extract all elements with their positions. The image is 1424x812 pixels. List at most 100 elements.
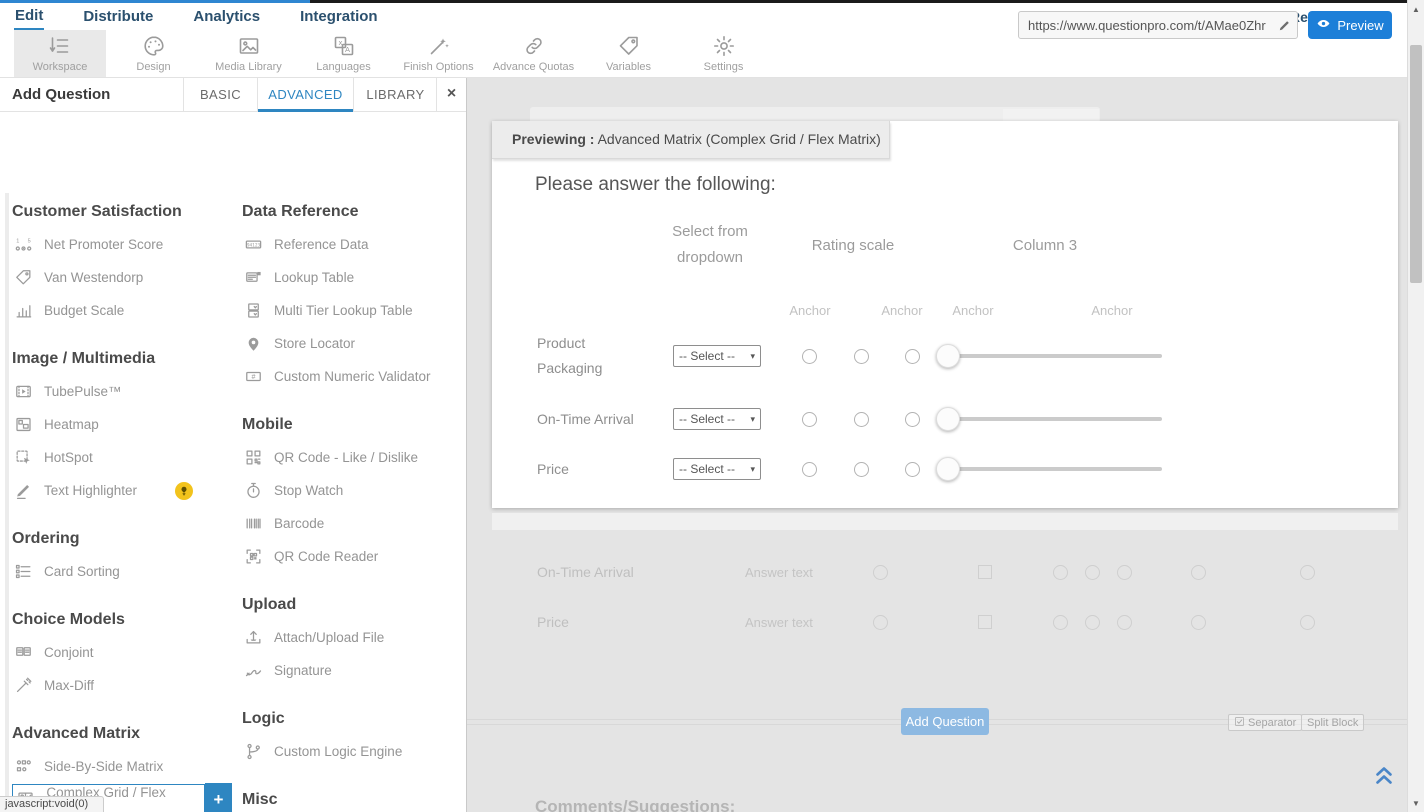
question-type-label: Van Westendorp [44, 270, 143, 285]
matrix-radio[interactable] [802, 412, 817, 427]
toolbar-item-variables[interactable]: Variables [581, 30, 676, 77]
matrix-row-label: Product Packaging [537, 331, 637, 381]
toolbar-item-media-library[interactable]: Media Library [201, 30, 296, 77]
question-type-custom-logic-engine[interactable]: Custom Logic Engine [242, 735, 466, 768]
background-radio [1117, 565, 1132, 580]
nav-tab-analytics[interactable]: Analytics [192, 5, 261, 29]
question-type-qr-code-reader[interactable]: QR Code Reader [242, 540, 466, 573]
slider-track[interactable] [938, 417, 1162, 421]
workspace-icon [48, 34, 72, 58]
question-type-text-highlighter[interactable]: Text Highlighter [12, 474, 232, 507]
toolbar-item-settings[interactable]: Settings [676, 30, 771, 77]
nav-tab-integration[interactable]: Integration [299, 5, 379, 29]
matrix-dropdown[interactable]: -- Select --▾ [673, 345, 761, 367]
group-title: Misc [242, 783, 466, 812]
toolbar-item-label: Settings [704, 61, 744, 73]
background-checkbox [978, 615, 992, 629]
question-type-signature[interactable]: Signature [242, 654, 466, 687]
close-icon[interactable]: × [436, 78, 466, 112]
svg-text:x: x [338, 38, 342, 47]
slider-handle[interactable] [936, 344, 960, 368]
slider-handle[interactable] [936, 457, 960, 481]
toolbar-item-workspace[interactable]: Workspace [14, 30, 106, 77]
survey-url-box[interactable]: https://www.questionpro.com/t/AMae0Zhr [1018, 11, 1298, 39]
slider-track[interactable] [938, 354, 1162, 358]
matrix-radio[interactable] [854, 412, 869, 427]
matrix-dropdown[interactable]: -- Select --▾ [673, 458, 761, 480]
question-type-card-sorting[interactable]: Card Sorting [12, 555, 232, 588]
question-type-budget-scale[interactable]: Budget Scale [12, 294, 232, 327]
previewing-question-type: Advanced Matrix (Complex Grid / Flex Mat… [598, 131, 881, 147]
preview-button[interactable]: Preview [1308, 11, 1392, 39]
survey-url-value: https://www.questionpro.com/t/AMae0Zhr [1019, 18, 1271, 33]
question-type-multi-tier-lookup-table[interactable]: Multi Tier Lookup Table [242, 294, 466, 327]
edit-url-pencil-icon[interactable] [1271, 12, 1297, 38]
add-selected-question-button[interactable]: + [205, 783, 232, 812]
tab-basic[interactable]: BASIC [183, 78, 257, 112]
separator-label: Separator [1248, 717, 1296, 729]
matrix-column-header: Column 3 [990, 233, 1100, 259]
question-type-net-promoter-score[interactable]: 15Net Promoter Score [12, 228, 232, 261]
scrollbar-down-arrow[interactable]: ▼ [1408, 799, 1424, 808]
toolbar-item-design[interactable]: Design [106, 30, 201, 77]
background-card-strip [492, 513, 1398, 530]
matrix-dropdown[interactable]: -- Select --▾ [673, 408, 761, 430]
question-type-conjoint[interactable]: Conjoint [12, 636, 232, 669]
logic-engine-icon [242, 742, 264, 761]
question-type-side-by-side-matrix[interactable]: Side-By-Side Matrix [12, 750, 232, 783]
nav-tab-edit[interactable]: Edit [14, 4, 44, 30]
reference-data-icon: 94123 [242, 235, 264, 254]
panel-scrollbar[interactable] [5, 193, 9, 812]
question-type-qr-code-like-dislike[interactable]: QR Code - Like / Dislike [242, 441, 466, 474]
scroll-to-top-icon[interactable] [1372, 763, 1396, 792]
dropdown-selected-value: -- Select -- [679, 412, 735, 426]
matrix-radio[interactable] [854, 462, 869, 477]
question-type-heatmap[interactable]: Heatmap [12, 408, 232, 441]
tab-advanced[interactable]: ADVANCED [257, 78, 353, 112]
matrix-radio[interactable] [802, 349, 817, 364]
question-type-reference-data[interactable]: 94123Reference Data [242, 228, 466, 261]
question-group: Customer Satisfaction15Net Promoter Scor… [12, 195, 232, 327]
toolbar-item-finish-options[interactable]: Finish Options [391, 30, 486, 77]
split-block-button[interactable]: Split Block [1301, 714, 1364, 731]
slider-track[interactable] [938, 467, 1162, 471]
background-question-top-light [1003, 109, 1099, 121]
svg-text:94123: 94123 [246, 242, 260, 248]
scrollbar-up-arrow[interactable]: ▲ [1408, 5, 1424, 14]
add-question-button[interactable]: Add Question [901, 708, 989, 735]
maxdiff-icon [12, 676, 34, 695]
group-title: Data Reference [242, 195, 466, 228]
slider-handle[interactable] [936, 407, 960, 431]
toolbar-item-label: Workspace [33, 61, 88, 73]
nav-tab-distribute[interactable]: Distribute [82, 5, 154, 29]
matrix-radio[interactable] [905, 349, 920, 364]
separator-toggle-button[interactable]: Separator [1228, 714, 1302, 731]
svg-text:1: 1 [16, 239, 19, 245]
matrix-radio[interactable] [802, 462, 817, 477]
question-type-hotspot[interactable]: HotSpot [12, 441, 232, 474]
question-type-van-westendorp[interactable]: Van Westendorp [12, 261, 232, 294]
question-type-attach-upload-file[interactable]: Attach/Upload File [242, 621, 466, 654]
qr-code-icon [244, 448, 263, 467]
toolbar-item-label: Advance Quotas [493, 61, 574, 73]
highlighter-icon [12, 481, 34, 500]
question-type-lookup-table[interactable]: Lookup Table [242, 261, 466, 294]
toolbar-item-advance-quotas[interactable]: Advance Quotas [486, 30, 581, 77]
question-type-max-diff[interactable]: Max-Diff [12, 669, 232, 702]
tab-library[interactable]: LIBRARY [353, 78, 437, 112]
background-radio [1191, 615, 1206, 630]
question-type-store-locator[interactable]: Store Locator [242, 327, 466, 360]
page-scrollbar[interactable]: ▲ ▼ [1407, 0, 1424, 812]
matrix-radio[interactable] [905, 462, 920, 477]
scrollbar-thumb[interactable] [1410, 45, 1422, 283]
matrix-radio[interactable] [905, 412, 920, 427]
matrix-radio[interactable] [854, 349, 869, 364]
question-type-stop-watch[interactable]: Stop Watch [242, 474, 466, 507]
signature-icon [244, 661, 263, 680]
toolbar-item-languages[interactable]: xALanguages [296, 30, 391, 77]
background-radio [1300, 615, 1315, 630]
sbs-matrix-icon [12, 757, 34, 776]
question-type-custom-numeric-validator[interactable]: #Custom Numeric Validator [242, 360, 466, 393]
question-type-tubepulse[interactable]: TubePulse™ [12, 375, 232, 408]
question-type-barcode[interactable]: Barcode [242, 507, 466, 540]
